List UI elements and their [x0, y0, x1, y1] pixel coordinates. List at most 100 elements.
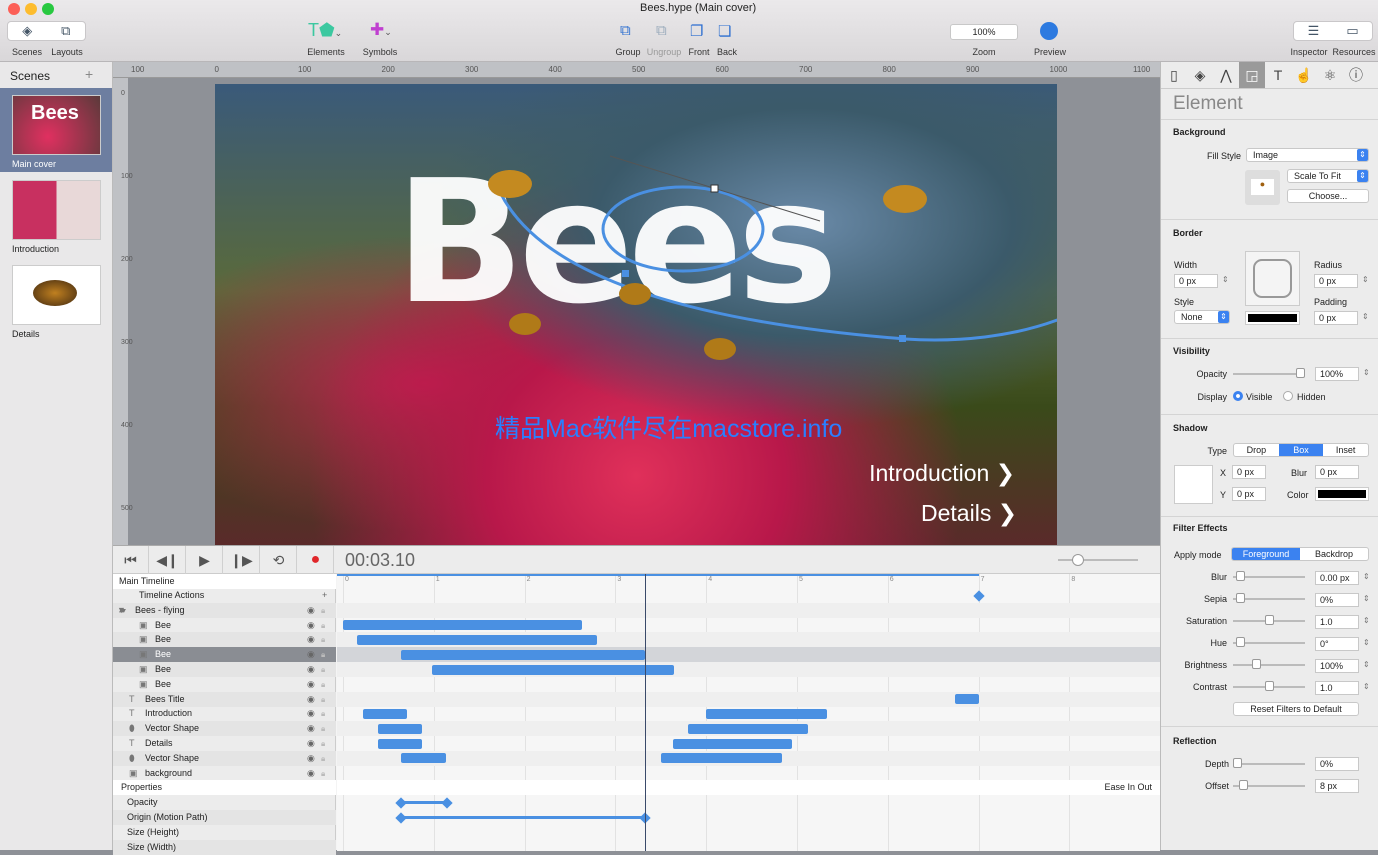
- timeline-tracks[interactable]: 0 1 2 3 4 5 6 7 8 Ease In Out: [337, 574, 1160, 851]
- skip-start-icon[interactable]: ⏮: [113, 546, 149, 574]
- shadow-x-field[interactable]: 0 px: [1232, 465, 1266, 479]
- bee[interactable]: [509, 313, 541, 335]
- scene-thumb-details[interactable]: [12, 265, 101, 325]
- stepper[interactable]: ⇕: [1362, 312, 1369, 321]
- lock-icon[interactable]: 🔒︎: [321, 766, 325, 781]
- path-point[interactable]: [899, 335, 906, 342]
- visibility-eye-icon[interactable]: ◉: [307, 751, 315, 766]
- shadow-y-field[interactable]: 0 px: [1232, 487, 1266, 501]
- lock-icon[interactable]: 🔒︎: [321, 721, 325, 736]
- filter-slider[interactable]: [1233, 681, 1305, 691]
- timeline-zoom-slider[interactable]: [1058, 554, 1138, 566]
- animation-bar[interactable]: [377, 738, 422, 749]
- slider-thumb[interactable]: [1236, 593, 1246, 603]
- visibility-eye-icon[interactable]: ◉: [307, 692, 315, 707]
- layer-row[interactable]: ⬮ Vector Shape ◉ 🔒︎: [113, 750, 336, 766]
- stepper[interactable]: ⇕: [1363, 682, 1370, 691]
- filter-slider[interactable]: [1233, 659, 1305, 669]
- add-scene-button[interactable]: +: [85, 66, 93, 82]
- choose-image-button[interactable]: Choose...: [1287, 189, 1369, 203]
- border-side-selector[interactable]: [1245, 251, 1300, 306]
- visibility-eye-icon[interactable]: ◉: [307, 618, 315, 633]
- lock-icon[interactable]: 🔒︎: [321, 736, 325, 751]
- slider-thumb[interactable]: [1233, 758, 1242, 768]
- layer-row[interactable]: ▣ Bee ◉ 🔒︎: [113, 647, 336, 663]
- offset-slider[interactable]: [1233, 780, 1305, 790]
- keyframe-diamond[interactable]: [395, 812, 407, 824]
- shadow-box[interactable]: Box: [1278, 444, 1324, 456]
- animation-bar[interactable]: [362, 708, 408, 719]
- visibility-eye-icon[interactable]: ◉: [307, 662, 315, 677]
- animation-bar[interactable]: [401, 753, 446, 764]
- border-color-well[interactable]: [1245, 311, 1300, 325]
- lock-icon[interactable]: 🔒︎: [321, 647, 325, 662]
- reset-filters-button[interactable]: Reset Filters to Default: [1233, 702, 1359, 716]
- bee[interactable]: [619, 283, 651, 305]
- layer-row[interactable]: Timeline Actions +: [113, 588, 336, 603]
- motion-path[interactable]: [498, 191, 1057, 342]
- bee[interactable]: [883, 185, 927, 213]
- slider-thumb[interactable]: [1264, 681, 1274, 691]
- layer-row[interactable]: ▼ ▰ Bees - flying ◉ 🔒︎: [113, 602, 336, 618]
- border-style-select[interactable]: None: [1174, 310, 1230, 324]
- step-back-icon[interactable]: ◀❙: [150, 546, 186, 574]
- add-action-icon[interactable]: +: [322, 588, 327, 603]
- fill-style-select[interactable]: Image: [1246, 148, 1369, 162]
- slider-thumb[interactable]: [1236, 637, 1246, 647]
- lock-icon[interactable]: 🔒︎: [321, 677, 325, 692]
- stepper[interactable]: ⇕: [1363, 368, 1370, 377]
- inspector-sliders-icon[interactable]: ☰: [1294, 22, 1333, 40]
- lock-icon[interactable]: 🔒︎: [321, 662, 325, 677]
- animation-bar[interactable]: [356, 634, 598, 645]
- visible-radio[interactable]: [1233, 391, 1243, 401]
- lock-icon[interactable]: 🔒︎: [321, 632, 325, 647]
- scene-label-main-cover[interactable]: Main cover: [12, 159, 56, 169]
- visibility-eye-icon[interactable]: ◉: [307, 632, 315, 647]
- filter-slider[interactable]: [1233, 615, 1305, 625]
- animation-bar[interactable]: [706, 708, 827, 719]
- scene-layers-tab-icon[interactable]: ◈: [1187, 62, 1213, 88]
- filter-value-field[interactable]: 0°: [1315, 637, 1359, 651]
- hidden-label[interactable]: Hidden: [1297, 392, 1326, 402]
- layer-row[interactable]: ▣ Bee ◉ 🔒︎: [113, 677, 336, 692]
- layer-row[interactable]: T Details ◉ 🔒︎: [113, 736, 336, 751]
- identity-info-tab-icon[interactable]: ⓘ: [1343, 62, 1369, 88]
- metrics-compass-tab-icon[interactable]: ⋀: [1213, 62, 1239, 88]
- group-icon[interactable]: ⧉: [620, 22, 631, 39]
- shadow-type-segmented[interactable]: Drop Box Inset: [1233, 443, 1369, 457]
- filter-slider[interactable]: [1233, 593, 1305, 603]
- timeline-selector[interactable]: Main Timeline: [113, 574, 336, 589]
- easing-select[interactable]: Ease In Out: [1104, 782, 1152, 792]
- send-back-icon[interactable]: ❏: [718, 22, 731, 40]
- stepper[interactable]: ⇕: [1362, 275, 1369, 284]
- lock-icon[interactable]: 🔒︎: [321, 618, 325, 633]
- lock-icon[interactable]: 🔒︎: [321, 706, 325, 721]
- scene-stage[interactable]: Bees Introduction ❯ Details ❯ 精品Mac软件尽在m…: [215, 84, 1057, 545]
- stepper[interactable]: ⇕: [1363, 572, 1370, 581]
- hidden-radio[interactable]: [1283, 391, 1293, 401]
- animation-bar[interactable]: [431, 664, 675, 675]
- slider-thumb[interactable]: [1251, 659, 1261, 669]
- motion-path-overlay[interactable]: [215, 84, 1057, 545]
- play-icon[interactable]: ▶: [187, 546, 223, 574]
- keyframe-diamond[interactable]: [395, 797, 407, 809]
- path-point[interactable]: [710, 184, 719, 193]
- layer-row[interactable]: ▣ Bee ◉ 🔒︎: [113, 618, 336, 633]
- timecode[interactable]: 00:03.10: [345, 550, 415, 571]
- visibility-eye-icon[interactable]: ◉: [307, 721, 315, 736]
- layer-row[interactable]: ▣ background ◉ 🔒︎: [113, 766, 336, 781]
- visible-label[interactable]: Visible: [1246, 392, 1272, 402]
- filter-value-field[interactable]: 0.00 px: [1315, 571, 1359, 585]
- shadow-color-well[interactable]: [1315, 487, 1369, 501]
- image-well[interactable]: ●: [1245, 170, 1280, 205]
- bee-selected[interactable]: [488, 170, 532, 198]
- opacity-field[interactable]: 100%: [1315, 367, 1359, 381]
- animation-bar[interactable]: [660, 753, 782, 764]
- close-button[interactable]: [8, 3, 20, 15]
- physics-atom-tab-icon[interactable]: ⚛: [1317, 62, 1343, 88]
- stepper[interactable]: ⇕: [1363, 638, 1370, 647]
- scale-select[interactable]: Scale To Fit: [1287, 169, 1369, 183]
- filter-slider[interactable]: [1233, 637, 1305, 647]
- slider-thumb[interactable]: [1296, 368, 1305, 378]
- lock-icon[interactable]: 🔒︎: [321, 692, 325, 707]
